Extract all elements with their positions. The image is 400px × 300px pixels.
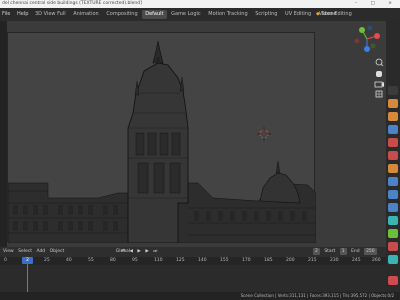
window-title-bar: del chennai central side buildings (TEXT… xyxy=(0,0,400,8)
tick-label: 0 xyxy=(4,258,7,263)
workspace-tabs: 3D View Full Animation Compositing Defau… xyxy=(32,8,355,21)
material-icon[interactable] xyxy=(388,242,398,251)
texture-icon[interactable] xyxy=(388,255,398,264)
render-engine-icon[interactable] xyxy=(388,276,398,285)
main-menu: File Help xyxy=(2,8,33,21)
viewport-menu-select[interactable]: Select xyxy=(18,249,32,254)
tool-icon[interactable] xyxy=(388,86,398,95)
timeline-ruler[interactable]: 0 25 40 55 80 95 110 125 140 155 170 185… xyxy=(0,257,386,265)
render-icon[interactable] xyxy=(388,99,398,108)
viewport-menu-view[interactable]: View xyxy=(3,249,14,254)
menu-file[interactable]: File xyxy=(2,11,10,17)
viewport-menu-add[interactable]: Add xyxy=(36,249,45,254)
tick-label: 80 xyxy=(110,258,116,263)
tab-game-logic[interactable]: Game Logic xyxy=(168,8,204,21)
scene-selector[interactable]: ◆ Scene xyxy=(316,8,337,21)
prev-key-icon[interactable]: ◀ xyxy=(130,249,133,254)
jump-start-icon[interactable]: ⏮ xyxy=(121,249,125,254)
minimize-button[interactable]: – xyxy=(355,1,363,6)
tab-uv-editing[interactable]: UV Editing xyxy=(282,8,314,21)
tab-animation[interactable]: Animation xyxy=(70,8,102,21)
start-label: Start xyxy=(324,249,336,254)
physics-icon[interactable] xyxy=(388,203,398,212)
status-stats: Scene Collection | Verts:311,131 | Faces… xyxy=(240,293,394,298)
scene-label: Scene xyxy=(321,11,337,17)
maximize-button[interactable]: □ xyxy=(371,1,381,6)
top-bar: File Help 3D View Full Animation Composi… xyxy=(0,8,400,21)
frame-range: 2 Start 1 End 250 xyxy=(310,247,377,257)
window-controls: – □ × xyxy=(355,0,398,8)
grid-view-icon[interactable] xyxy=(375,90,383,98)
output-icon[interactable] xyxy=(388,112,398,121)
tick-label: 140 xyxy=(198,258,207,263)
viewport-nav-buttons xyxy=(374,58,384,98)
tab-default[interactable]: Default xyxy=(142,10,167,19)
constraints-icon[interactable] xyxy=(388,216,398,225)
navigation-gizmo-icon[interactable] xyxy=(352,24,382,54)
tick-label: 200 xyxy=(286,258,295,263)
scene-props-icon[interactable] xyxy=(388,138,398,147)
tick-label: 185 xyxy=(264,258,273,263)
tab-3d-view-full[interactable]: 3D View Full xyxy=(32,8,69,21)
view-layer-icon[interactable] xyxy=(388,125,398,134)
timeline-header: View Select Add Object Global ⏮ ◀ ▶ ▶ ⏭ … xyxy=(0,247,386,257)
window-title: del chennai central side buildings (TEXT… xyxy=(2,1,142,6)
playhead-frame[interactable]: 2 xyxy=(22,257,33,264)
properties-tabs xyxy=(386,21,400,292)
end-frame-field[interactable]: 250 xyxy=(364,248,377,255)
playback-controls: ⏮ ◀ ▶ ▶ ⏭ xyxy=(118,247,157,257)
tick-label: 25 xyxy=(44,258,50,263)
scene-icon: ◆ xyxy=(316,11,320,17)
tick-label: 55 xyxy=(88,258,94,263)
pan-hand-icon[interactable] xyxy=(376,71,382,77)
tab-compositing[interactable]: Compositing xyxy=(103,8,140,21)
status-bar: Scene Collection | Verts:311,131 | Faces… xyxy=(0,292,400,300)
tab-scripting[interactable]: Scripting xyxy=(252,8,280,21)
object-icon[interactable] xyxy=(388,164,398,173)
viewport-menu-object[interactable]: Object xyxy=(50,249,65,254)
tick-label: 155 xyxy=(220,258,229,263)
play-icon[interactable]: ▶ xyxy=(137,249,140,254)
tick-label: 95 xyxy=(132,258,138,263)
menu-help[interactable]: Help xyxy=(17,11,28,17)
tab-motion-tracking[interactable]: Motion Tracking xyxy=(205,8,250,21)
tick-label: 230 xyxy=(330,258,339,263)
tick-label: 170 xyxy=(242,258,251,263)
tick-label: 260 xyxy=(372,258,381,263)
left-toolbar xyxy=(0,21,7,259)
timeline-menu: View Select Add Object Global xyxy=(0,247,130,257)
tick-label: 215 xyxy=(308,258,317,263)
tick-label: 245 xyxy=(352,258,361,263)
jump-end-icon[interactable]: ⏭ xyxy=(153,249,157,254)
end-label: End xyxy=(351,249,360,254)
next-key-icon[interactable]: ▶ xyxy=(145,249,148,254)
3d-cursor-icon[interactable] xyxy=(257,127,271,141)
start-frame-field[interactable]: 1 xyxy=(339,248,347,255)
current-frame-field[interactable]: 2 xyxy=(313,248,320,255)
zoom-icon[interactable] xyxy=(375,58,384,67)
camera-view-icon[interactable] xyxy=(374,81,384,88)
tick-label: 125 xyxy=(176,258,185,263)
world-icon[interactable] xyxy=(388,151,398,160)
tick-label: 40 xyxy=(66,258,72,263)
modifier-icon[interactable] xyxy=(388,177,398,186)
tick-label: 110 xyxy=(154,258,163,263)
close-button[interactable]: × xyxy=(388,1,398,6)
particles-icon[interactable] xyxy=(388,190,398,199)
data-icon[interactable] xyxy=(388,229,398,238)
